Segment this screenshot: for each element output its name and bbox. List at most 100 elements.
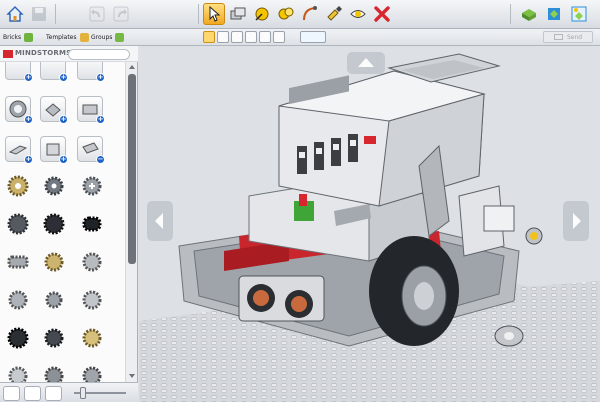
select-mode-connected[interactable] [217, 31, 229, 43]
gear-icon[interactable] [6, 212, 30, 236]
clone-tool-button[interactable] [227, 3, 249, 25]
select-mode-shape[interactable] [245, 31, 257, 43]
gear-icon[interactable] [80, 174, 104, 198]
gear-icon[interactable] [80, 364, 104, 382]
palette-brand: MINDSTORMS [15, 49, 72, 57]
gear-icon[interactable] [6, 250, 30, 274]
tab-bricks-label: Bricks [3, 34, 22, 41]
pan-up-button[interactable] [347, 52, 385, 74]
tab-groups-label: Groups [91, 34, 113, 41]
brick-tile[interactable]: + [40, 62, 68, 82]
pan-right-button[interactable] [563, 201, 589, 241]
redo-button[interactable] [110, 3, 132, 25]
building-guide-button[interactable] [568, 3, 590, 25]
scroll-up-arrow[interactable] [129, 65, 135, 69]
templates-icon [79, 33, 89, 42]
brick-palette-panel: MINDSTORMS + + + + + + + + − [0, 46, 138, 402]
gear-icon[interactable] [6, 174, 30, 198]
brick-tile[interactable]: + [5, 96, 33, 124]
bricks-icon [24, 33, 34, 42]
gear-icon[interactable] [80, 326, 104, 350]
select-tool-button[interactable] [203, 3, 225, 25]
scroll-thumb[interactable] [128, 74, 136, 264]
view-mode-button[interactable] [543, 3, 565, 25]
view-list-button[interactable] [3, 386, 20, 401]
undo-icon [89, 6, 105, 22]
main-toolbar [0, 0, 600, 29]
hinge-tool-button[interactable] [251, 3, 273, 25]
groups-icon [115, 33, 125, 42]
gear-icon[interactable] [42, 212, 66, 236]
paint-icon [327, 6, 342, 21]
gear-icon[interactable] [6, 326, 30, 350]
home-icon [6, 6, 24, 22]
palette-zoom-knob[interactable] [80, 387, 86, 399]
lego-logo [3, 50, 13, 58]
tab-templates-label: Templates [46, 34, 77, 41]
palette-footer [0, 382, 138, 402]
arrow-left-icon [155, 213, 163, 229]
undo-button[interactable] [86, 3, 108, 25]
brick-tile[interactable]: + [77, 62, 105, 82]
select-icon [209, 6, 221, 22]
scroll-down-arrow[interactable] [129, 374, 135, 378]
hinge-align-icon [278, 7, 294, 20]
gear-icon[interactable] [6, 288, 30, 312]
save-button[interactable] [28, 3, 50, 25]
gear-icon[interactable] [80, 288, 104, 312]
gear-icon[interactable] [42, 326, 66, 350]
gear-icon[interactable] [42, 250, 66, 274]
brick-grid: + + + + + + + + − [0, 62, 125, 382]
select-mode-color-shape[interactable] [259, 31, 271, 43]
paint-tool-button[interactable] [323, 3, 345, 25]
tab-templates[interactable]: Templates [46, 32, 89, 43]
brick-tile[interactable]: + [40, 96, 68, 124]
clone-icon [230, 7, 246, 20]
view-color-button[interactable] [24, 386, 41, 401]
hinge-icon [255, 7, 269, 21]
flex-icon [303, 6, 317, 21]
flex-tool-button[interactable] [299, 3, 321, 25]
select-mode-single[interactable] [203, 31, 215, 43]
brick-tile[interactable]: + [5, 62, 33, 82]
palette-scrollbar[interactable] [125, 62, 137, 382]
build-mode-button[interactable] [518, 3, 540, 25]
hide-tool-button[interactable] [347, 3, 369, 25]
robot-model-render[interactable] [139, 46, 600, 402]
palette-header: MINDSTORMS [0, 46, 138, 62]
brick-tile[interactable]: + [77, 96, 105, 124]
gear-icon[interactable] [42, 174, 66, 198]
send-label: Send [566, 33, 583, 41]
gear-icon[interactable] [80, 212, 104, 236]
pan-left-button[interactable] [147, 201, 173, 241]
send-icon [553, 34, 563, 40]
delete-tool-button[interactable] [371, 3, 393, 25]
gear-icon[interactable] [42, 364, 66, 382]
arrow-right-icon [573, 213, 581, 229]
gear-icon[interactable] [80, 250, 104, 274]
view-tiles-button[interactable] [45, 386, 62, 401]
brick-tile[interactable]: − [77, 136, 105, 164]
select-mode-invert[interactable] [273, 31, 285, 43]
gear-icon[interactable] [6, 364, 30, 382]
view-mode-icon [548, 8, 560, 20]
home-button[interactable] [4, 3, 26, 25]
brick-search-input[interactable] [68, 49, 130, 60]
select-all-button[interactable] [300, 31, 326, 43]
building-guide-icon [571, 6, 587, 22]
redo-icon [113, 6, 129, 22]
brick-tile[interactable]: + [40, 136, 68, 164]
hide-icon [350, 10, 366, 18]
save-icon [32, 7, 46, 21]
hinge-align-tool-button[interactable] [275, 3, 297, 25]
secondary-toolbar: Bricks Templates Groups Send [0, 29, 600, 46]
model-canvas[interactable] [139, 46, 600, 402]
delete-icon [374, 6, 390, 22]
tab-bricks[interactable]: Bricks [3, 32, 34, 43]
brick-tile[interactable]: + [5, 136, 33, 164]
build-mode-icon [522, 9, 536, 21]
tab-groups[interactable]: Groups [91, 32, 125, 43]
gear-icon[interactable] [42, 288, 66, 312]
send-button[interactable]: Send [543, 31, 593, 43]
select-mode-color[interactable] [231, 31, 243, 43]
